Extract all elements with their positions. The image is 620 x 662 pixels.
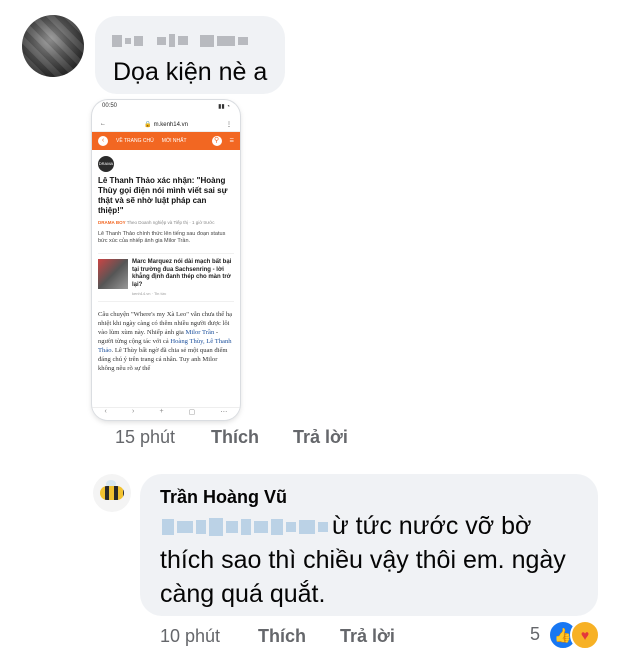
menu-icon: ☰ (229, 138, 234, 144)
home-icon: ‹ (98, 136, 108, 146)
nav-latest: MỚI NHẤT (161, 138, 187, 144)
related-title: Marc Marquez nói dài mạch bất bại tại tr… (132, 259, 232, 288)
search-icon: ⚲ (211, 136, 222, 146)
comment-author[interactable]: Trần Hoàng Vũ (160, 487, 287, 508)
article-body: Câu chuyện "Where's my Xà Leo" vẫn chưa … (98, 311, 233, 372)
status-time: 00:50 (102, 103, 118, 109)
phone-status-bar: 00:50 ▮▮ ◔ (92, 100, 240, 117)
nav-home: VỀ TRANG CHỦ (116, 138, 154, 144)
url-text: m.kenh14.vn (153, 121, 188, 128)
more-icon: ⋮ (226, 121, 232, 128)
browser-url-bar: ← 🔒 m.kenh14.vn ⋮ (92, 117, 240, 132)
reaction-count[interactable]: 5 (530, 624, 540, 645)
comment-time[interactable]: 10 phút (160, 626, 258, 647)
care-reaction-icon[interactable]: ♥ (570, 620, 600, 650)
comment-text-line: càng quá quắt. (160, 580, 326, 608)
reply-button[interactable]: Trả lời (293, 427, 348, 448)
redacted-text (162, 518, 328, 536)
site-header: ‹ VỀ TRANG CHỦ MỚI NHẤT ⚲ ☰ (92, 132, 240, 150)
redacted-author-name[interactable] (112, 34, 248, 47)
comment-time[interactable]: 15 phút (115, 427, 211, 448)
comment-text-line: ừ tức nước vỡ bờ (332, 512, 532, 540)
article-headline: Lê Thanh Thảo xác nhận: "Hoàng Thùy gọi … (98, 176, 228, 215)
comment-text-line: thích sao thì chiều vậy thôi em. ngày (160, 546, 566, 574)
comment-actions: 10 phút Thích Trả lời (160, 626, 395, 647)
reply-button[interactable]: Trả lời (340, 626, 395, 647)
like-button[interactable]: Thích (258, 626, 340, 647)
attached-screenshot[interactable]: 00:50 ▮▮ ◔ ← 🔒 m.kenh14.vn ⋮ ‹ VỀ TRANG C… (92, 100, 240, 420)
article-sapo: Lê Thanh Thảo chính thức lên tiếng sau đ… (98, 231, 226, 244)
back-arrow-icon: ← (100, 121, 106, 127)
commenter-avatar[interactable] (22, 15, 84, 77)
lock-icon: 🔒 (144, 121, 152, 128)
like-button[interactable]: Thích (211, 427, 293, 448)
signal-icons: ▮▮ ◔ (218, 104, 230, 110)
related-article: Marc Marquez nói dài mạch bất bại tại tr… (98, 253, 234, 302)
comment-actions: 15 phút Thích Trả lời (115, 427, 348, 448)
related-source: kenh14.vn · Tin tức (132, 291, 167, 296)
comment-text: Dọa kiện nè a (113, 58, 268, 86)
related-thumbnail (98, 259, 128, 289)
browser-nav-bar: ‹ › + ▢ ⋯ (92, 407, 240, 420)
article-meta: DRAMA BOY Theo Doanh nghiệp và Tiếp thị … (98, 220, 215, 225)
drama-tag: DRAMA (98, 156, 114, 172)
commenter-avatar[interactable] (93, 474, 131, 512)
